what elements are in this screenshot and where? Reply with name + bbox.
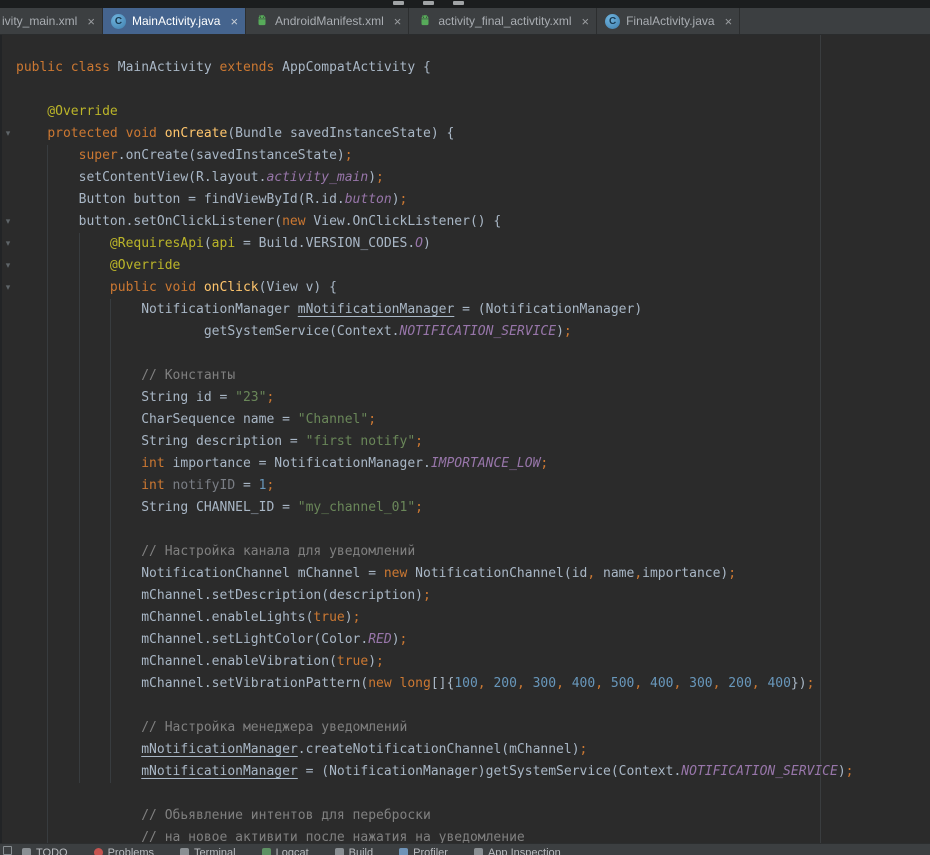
- code-line[interactable]: @RequiresApi(api = Build.VERSION_CODES.O…: [16, 233, 930, 255]
- status-item-label: Terminal: [194, 846, 236, 855]
- status-item-label: Problems: [108, 846, 154, 855]
- status-item-label: Logcat: [276, 846, 309, 855]
- tab-close-icon[interactable]: ×: [87, 15, 95, 28]
- code-line[interactable]: setContentView(R.layout.activity_main);: [16, 167, 930, 189]
- code-line[interactable]: // Обьявление интентов для переброски: [16, 805, 930, 827]
- status-bar-item-app-inspection[interactable]: App Inspection: [474, 846, 561, 855]
- android-file-icon: [254, 14, 269, 29]
- code-line[interactable]: public class MainActivity extends AppCom…: [16, 57, 930, 79]
- code-line[interactable]: super.onCreate(savedInstanceState);: [16, 145, 930, 167]
- code-line[interactable]: getSystemService(Context.NOTIFICATION_SE…: [16, 321, 930, 343]
- code-line[interactable]: [16, 343, 930, 365]
- app-inspection-icon: [474, 848, 483, 855]
- editor-tab-androidmanifest-xml[interactable]: AndroidManifest.xml ×: [246, 8, 409, 34]
- tab-label: FinalActivity.java: [626, 14, 714, 28]
- status-item-label: Build: [349, 846, 373, 855]
- tab-label: ivity_main.xml: [2, 14, 77, 28]
- android-studio-window: ivity_main.xml×CMainActivity.java×Androi…: [0, 0, 930, 855]
- tab-label: MainActivity.java: [132, 14, 220, 28]
- code-line[interactable]: [16, 79, 930, 101]
- fold-marker-icon[interactable]: ▾: [3, 237, 13, 249]
- editor-gutter: ▾ ▾ ▾ ▾ ▾: [0, 35, 14, 855]
- terminal-icon: [180, 848, 189, 855]
- code-line[interactable]: mChannel.enableLights(true);: [16, 607, 930, 629]
- code-line[interactable]: mNotificationManager.createNotificationC…: [16, 739, 930, 761]
- fold-marker-icon[interactable]: ▾: [3, 215, 13, 227]
- logcat-icon: [262, 848, 271, 855]
- code-line[interactable]: // Настройка канала для уведомлений: [16, 541, 930, 563]
- status-bar-item-todo[interactable]: TODO: [22, 846, 68, 855]
- code-line[interactable]: mChannel.setLightColor(Color.RED);: [16, 629, 930, 651]
- code-line[interactable]: // Настройка менеджера уведомлений: [16, 717, 930, 739]
- code-editor[interactable]: public class MainActivity extends AppCom…: [0, 35, 930, 855]
- code-line[interactable]: [16, 519, 930, 541]
- code-line[interactable]: mChannel.setVibrationPattern(new long[]{…: [16, 673, 930, 695]
- status-bar-item-profiler[interactable]: Profiler: [399, 846, 448, 855]
- toolbar-icon-fragment: [393, 1, 404, 5]
- tab-close-icon[interactable]: ×: [230, 15, 238, 28]
- status-bar-item-build[interactable]: Build: [335, 846, 373, 855]
- code-line[interactable]: public void onClick(View v) {: [16, 277, 930, 299]
- code-line[interactable]: button.setOnClickListener(new View.OnCli…: [16, 211, 930, 233]
- code-line[interactable]: String CHANNEL_ID = "my_channel_01";: [16, 497, 930, 519]
- tab-close-icon[interactable]: ×: [725, 15, 733, 28]
- toolbar-icon-fragment: [423, 1, 434, 5]
- todo-icon: [22, 848, 31, 855]
- tab-close-icon[interactable]: ×: [394, 15, 402, 28]
- status-bar-item-logcat[interactable]: Logcat: [262, 846, 309, 855]
- toolbar-strip: [0, 0, 930, 8]
- status-bar-item-terminal[interactable]: Terminal: [180, 846, 236, 855]
- code-line[interactable]: mNotificationManager = (NotificationMana…: [16, 761, 930, 783]
- code-line[interactable]: CharSequence name = "Channel";: [16, 409, 930, 431]
- code-line[interactable]: [16, 783, 930, 805]
- tool-window-toggle-icon[interactable]: [3, 846, 12, 855]
- status-bar-items: TODO Problems Terminal Logcat Build Profiler A…: [0, 844, 930, 855]
- java-class-icon: C: [605, 14, 620, 29]
- status-item-label: TODO: [36, 846, 68, 855]
- code-area[interactable]: public class MainActivity extends AppCom…: [0, 57, 930, 849]
- toolbar-icon-fragment: [453, 1, 464, 5]
- code-line[interactable]: @Override: [16, 101, 930, 123]
- code-line[interactable]: @Override: [16, 255, 930, 277]
- profiler-icon: [399, 848, 408, 855]
- code-line[interactable]: mChannel.enableVibration(true);: [16, 651, 930, 673]
- code-line[interactable]: [16, 695, 930, 717]
- code-line[interactable]: protected void onCreate(Bundle savedInst…: [16, 123, 930, 145]
- fold-marker-icon[interactable]: ▾: [3, 259, 13, 271]
- fold-marker-icon[interactable]: ▾: [3, 127, 13, 139]
- editor-tab-ivity-main-xml[interactable]: ivity_main.xml ×: [0, 8, 103, 34]
- code-line[interactable]: int notifyID = 1;: [16, 475, 930, 497]
- build-icon: [335, 848, 344, 855]
- android-file-icon: [417, 14, 432, 29]
- code-line[interactable]: Button button = findViewById(R.id.button…: [16, 189, 930, 211]
- tab-label: activity_final_activtity.xml: [438, 14, 571, 28]
- editor-tab-activity-final-activtity-xml[interactable]: activity_final_activtity.xml ×: [409, 8, 597, 34]
- code-line[interactable]: String description = "first notify";: [16, 431, 930, 453]
- editor-tab-finalactivity-java[interactable]: C FinalActivity.java ×: [597, 8, 740, 34]
- code-line[interactable]: mChannel.setDescription(description);: [16, 585, 930, 607]
- code-line[interactable]: String id = "23";: [16, 387, 930, 409]
- java-class-icon: C: [111, 14, 126, 29]
- editor-tab-mainactivity-java[interactable]: C MainActivity.java ×: [103, 8, 246, 34]
- fold-marker-icon[interactable]: ▾: [3, 281, 13, 293]
- code-line[interactable]: int importance = NotificationManager.IMP…: [16, 453, 930, 475]
- editor-tab-bar: ivity_main.xml×CMainActivity.java×Androi…: [0, 8, 930, 35]
- status-bar-item-problems[interactable]: Problems: [94, 846, 154, 855]
- tab-close-icon[interactable]: ×: [582, 15, 590, 28]
- code-line[interactable]: NotificationManager mNotificationManager…: [16, 299, 930, 321]
- tab-label: AndroidManifest.xml: [275, 14, 384, 28]
- status-item-label: Profiler: [413, 846, 448, 855]
- status-bar: TODO Problems Terminal Logcat Build Profiler A…: [0, 843, 930, 855]
- problems-icon: [94, 848, 103, 855]
- code-line[interactable]: // Константы: [16, 365, 930, 387]
- code-line[interactable]: NotificationChannel mChannel = new Notif…: [16, 563, 930, 585]
- status-item-label: App Inspection: [488, 846, 561, 855]
